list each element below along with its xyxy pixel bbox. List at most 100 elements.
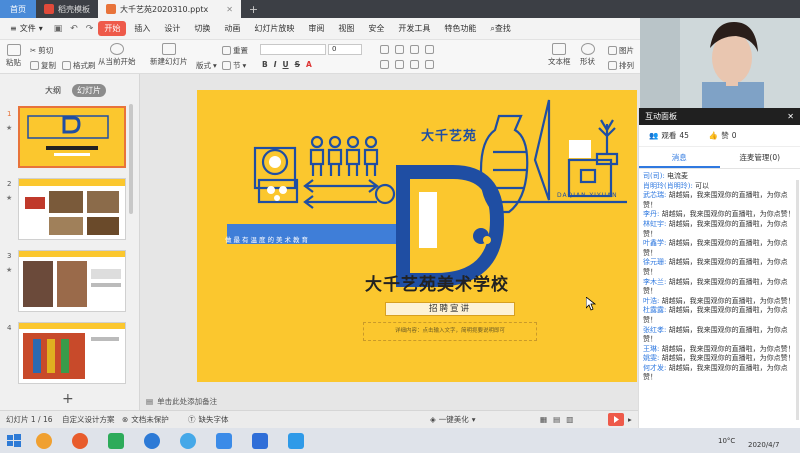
- font-icon: Ⓣ: [188, 415, 196, 424]
- slide-subtitle[interactable]: 招聘宣讲: [385, 302, 515, 316]
- panel-scrollbar[interactable]: [796, 180, 799, 420]
- wps-icon[interactable]: [252, 433, 268, 449]
- font-size-field[interactable]: 0: [328, 44, 362, 55]
- pane-scrollbar[interactable]: [129, 104, 133, 214]
- tab-connect-management[interactable]: 连麦管理(0): [720, 147, 800, 168]
- ribbon-tab-design[interactable]: 设计: [158, 21, 186, 36]
- new-slide-button[interactable]: 新建幻灯片: [150, 43, 188, 67]
- bold-icon[interactable]: B: [262, 60, 268, 69]
- ribbon-tab-transition[interactable]: 切换: [188, 21, 216, 36]
- copy-button[interactable]: 复制: [30, 60, 56, 71]
- align-right-icon[interactable]: [410, 60, 419, 69]
- align-center-icon[interactable]: [395, 60, 404, 69]
- ribbon-tab-insert[interactable]: 插入: [128, 21, 156, 36]
- edge-browser-icon[interactable]: [180, 433, 196, 449]
- add-slide-button[interactable]: +: [62, 391, 74, 407]
- current-slide[interactable]: 大千艺苑 DAQIAN YIYUAN 做最有温度的美术教育 大千艺苑美术学校 招…: [197, 90, 637, 382]
- shape-icon: [580, 43, 595, 55]
- chevron-down-icon: ▾: [38, 24, 43, 33]
- sorter-view-icon[interactable]: ▤: [553, 415, 560, 424]
- detail-textbox[interactable]: 详细内容：点击输入文字，简明扼要说明即可: [363, 322, 537, 341]
- dingtalk-icon[interactable]: [216, 433, 232, 449]
- tab-home[interactable]: 首页: [0, 0, 36, 18]
- media-player-icon[interactable]: [36, 433, 52, 449]
- chat-sender: 叶鑫学:: [643, 239, 667, 248]
- slide-thumbnail-art: [19, 179, 125, 235]
- close-icon[interactable]: ✕: [787, 112, 794, 121]
- font-color-icon[interactable]: A: [306, 60, 312, 69]
- notes-field[interactable]: ▤ 单击此处添加备注: [140, 392, 640, 410]
- chat-text: 胡越娟，我来围观你的直播啦，为你点赞！: [659, 296, 795, 305]
- ribbon-tab-view[interactable]: 视图: [332, 21, 360, 36]
- k-app-icon[interactable]: [144, 433, 160, 449]
- layout-button[interactable]: 版式 ▾: [196, 60, 217, 71]
- picture-button[interactable]: 图片: [608, 45, 634, 56]
- ribbon-tab-security[interactable]: 安全: [362, 21, 390, 36]
- tab-docer-templates[interactable]: 稻壳模板: [36, 0, 98, 18]
- numbering-icon[interactable]: [395, 45, 404, 54]
- reading-view-icon[interactable]: ▥: [566, 415, 573, 424]
- align-left-icon[interactable]: [380, 60, 389, 69]
- paragraph-group: [380, 45, 434, 54]
- justify-icon[interactable]: [425, 60, 434, 69]
- beautify-button[interactable]: ◈ 一键美化 ▾: [430, 414, 476, 425]
- bullets-icon[interactable]: [380, 45, 389, 54]
- missing-font-status[interactable]: Ⓣ 缺失字体: [188, 414, 229, 425]
- ribbon-tab-animation[interactable]: 动画: [218, 21, 246, 36]
- tab-slides[interactable]: 幻灯片: [72, 84, 106, 97]
- chat-message: 姚雯: 胡越娟，我来围观你的直播啦，为你点赞！: [643, 354, 796, 364]
- chat-message: 武芯瑞: 胡越娟，我来围观你的直播啦，为你点赞！: [643, 191, 796, 210]
- live-app-icon[interactable]: [288, 433, 304, 449]
- browser-icon[interactable]: [72, 433, 88, 449]
- arrange-button[interactable]: 排列: [608, 60, 634, 71]
- section-button[interactable]: 节 ▾: [222, 60, 246, 71]
- slide-thumbnail-4[interactable]: [18, 322, 126, 384]
- tab-messages[interactable]: 消息: [639, 147, 720, 168]
- shape-button[interactable]: 形状: [580, 43, 595, 67]
- windows-start-icon[interactable]: [6, 433, 22, 449]
- undo-icon[interactable]: ↶: [67, 24, 81, 34]
- slide-thumbnail-2[interactable]: [18, 178, 126, 240]
- strikethrough-icon[interactable]: S: [295, 60, 300, 69]
- font-name-field[interactable]: [260, 44, 326, 55]
- pptx-file-icon: [106, 4, 116, 14]
- search-command[interactable]: ⌕查找: [484, 21, 516, 36]
- file-menu[interactable]: ≡ 文件 ▾: [4, 21, 49, 36]
- chat-message: 李木兰: 胡越娟，我来围观你的直播啦，为你点赞！: [643, 278, 796, 297]
- tab-outline[interactable]: 大纲: [40, 84, 66, 97]
- play-from-current-button[interactable]: 从当前开始: [98, 43, 136, 67]
- ribbon-tab-developer[interactable]: 开发工具: [392, 21, 436, 36]
- reset-button[interactable]: 重置: [222, 45, 248, 56]
- save-icon[interactable]: ▣: [51, 24, 66, 34]
- ribbon-tab-slideshow[interactable]: 幻灯片放映: [248, 21, 300, 36]
- brand-english: DAQIAN YIYUAN: [557, 192, 618, 199]
- iqiyi-icon[interactable]: [108, 433, 124, 449]
- ribbon-tab-review[interactable]: 审阅: [302, 21, 330, 36]
- ribbon-tab-features[interactable]: 特色功能: [438, 21, 482, 36]
- slide-title[interactable]: 大千艺苑美术学校: [365, 270, 509, 295]
- format-painter-button[interactable]: 格式刷: [62, 60, 96, 71]
- new-tab-button[interactable]: +: [241, 0, 266, 18]
- doc-protect-status[interactable]: ⊗ 文档未保护: [122, 414, 169, 425]
- tab-current-document[interactable]: 大千艺苑2020310.pptx ✕: [98, 0, 241, 18]
- zoom-menu-icon[interactable]: ▸: [628, 415, 632, 424]
- slideshow-play-button[interactable]: [608, 413, 624, 426]
- indent-icon[interactable]: [410, 45, 419, 54]
- slogan: 做最有温度的美术教育: [225, 236, 310, 244]
- ribbon-tab-home[interactable]: 开始: [98, 21, 127, 36]
- cut-button[interactable]: ✂ 剪切: [30, 45, 53, 56]
- underline-icon[interactable]: U: [283, 60, 289, 69]
- chat-message: 叶浩: 胡越娟，我来围观你的直播啦，为你点赞！: [643, 297, 796, 307]
- chat-sender: 林虹宇:: [643, 219, 667, 228]
- textbox-button[interactable]: 文本框: [548, 43, 571, 67]
- chat-message: 叶鑫学: 胡越娟，我来围观你的直播啦，为你点赞！: [643, 239, 796, 258]
- italic-icon[interactable]: I: [274, 60, 277, 69]
- line-spacing-icon[interactable]: [425, 45, 434, 54]
- design-scheme[interactable]: 自定义设计方案: [62, 414, 115, 425]
- close-tab-icon[interactable]: ✕: [226, 5, 233, 14]
- slide-thumbnail-3[interactable]: [18, 250, 126, 312]
- slide-thumbnail-1[interactable]: [18, 106, 126, 168]
- normal-view-icon[interactable]: ▦: [540, 415, 547, 424]
- paste-button[interactable]: 粘贴: [6, 44, 21, 68]
- redo-icon[interactable]: ↷: [83, 24, 97, 34]
